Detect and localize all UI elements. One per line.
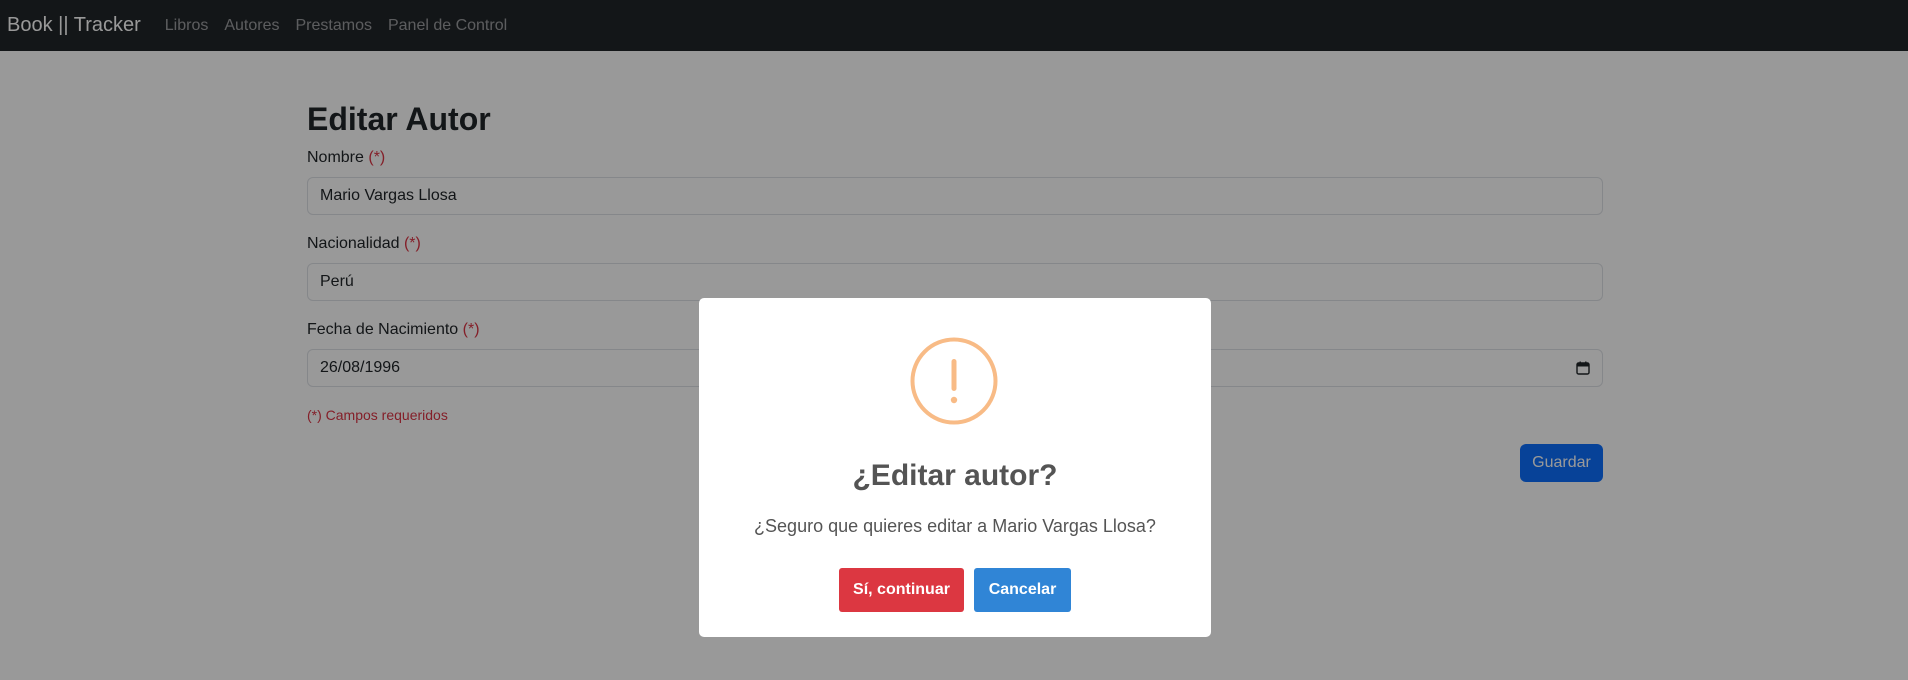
- exclamation-icon: [910, 337, 998, 425]
- dialog-title: ¿Editar autor?: [852, 459, 1058, 492]
- cancel-button[interactable]: Cancelar: [974, 568, 1071, 612]
- confirm-dialog: ¿Editar autor? ¿Seguro que quieres edita…: [699, 298, 1211, 637]
- dialog-actions: Sí, continuar Cancelar: [699, 568, 1211, 612]
- confirm-button[interactable]: Sí, continuar: [839, 568, 964, 612]
- dialog-message: ¿Seguro que quieres editar a Mario Varga…: [754, 516, 1156, 536]
